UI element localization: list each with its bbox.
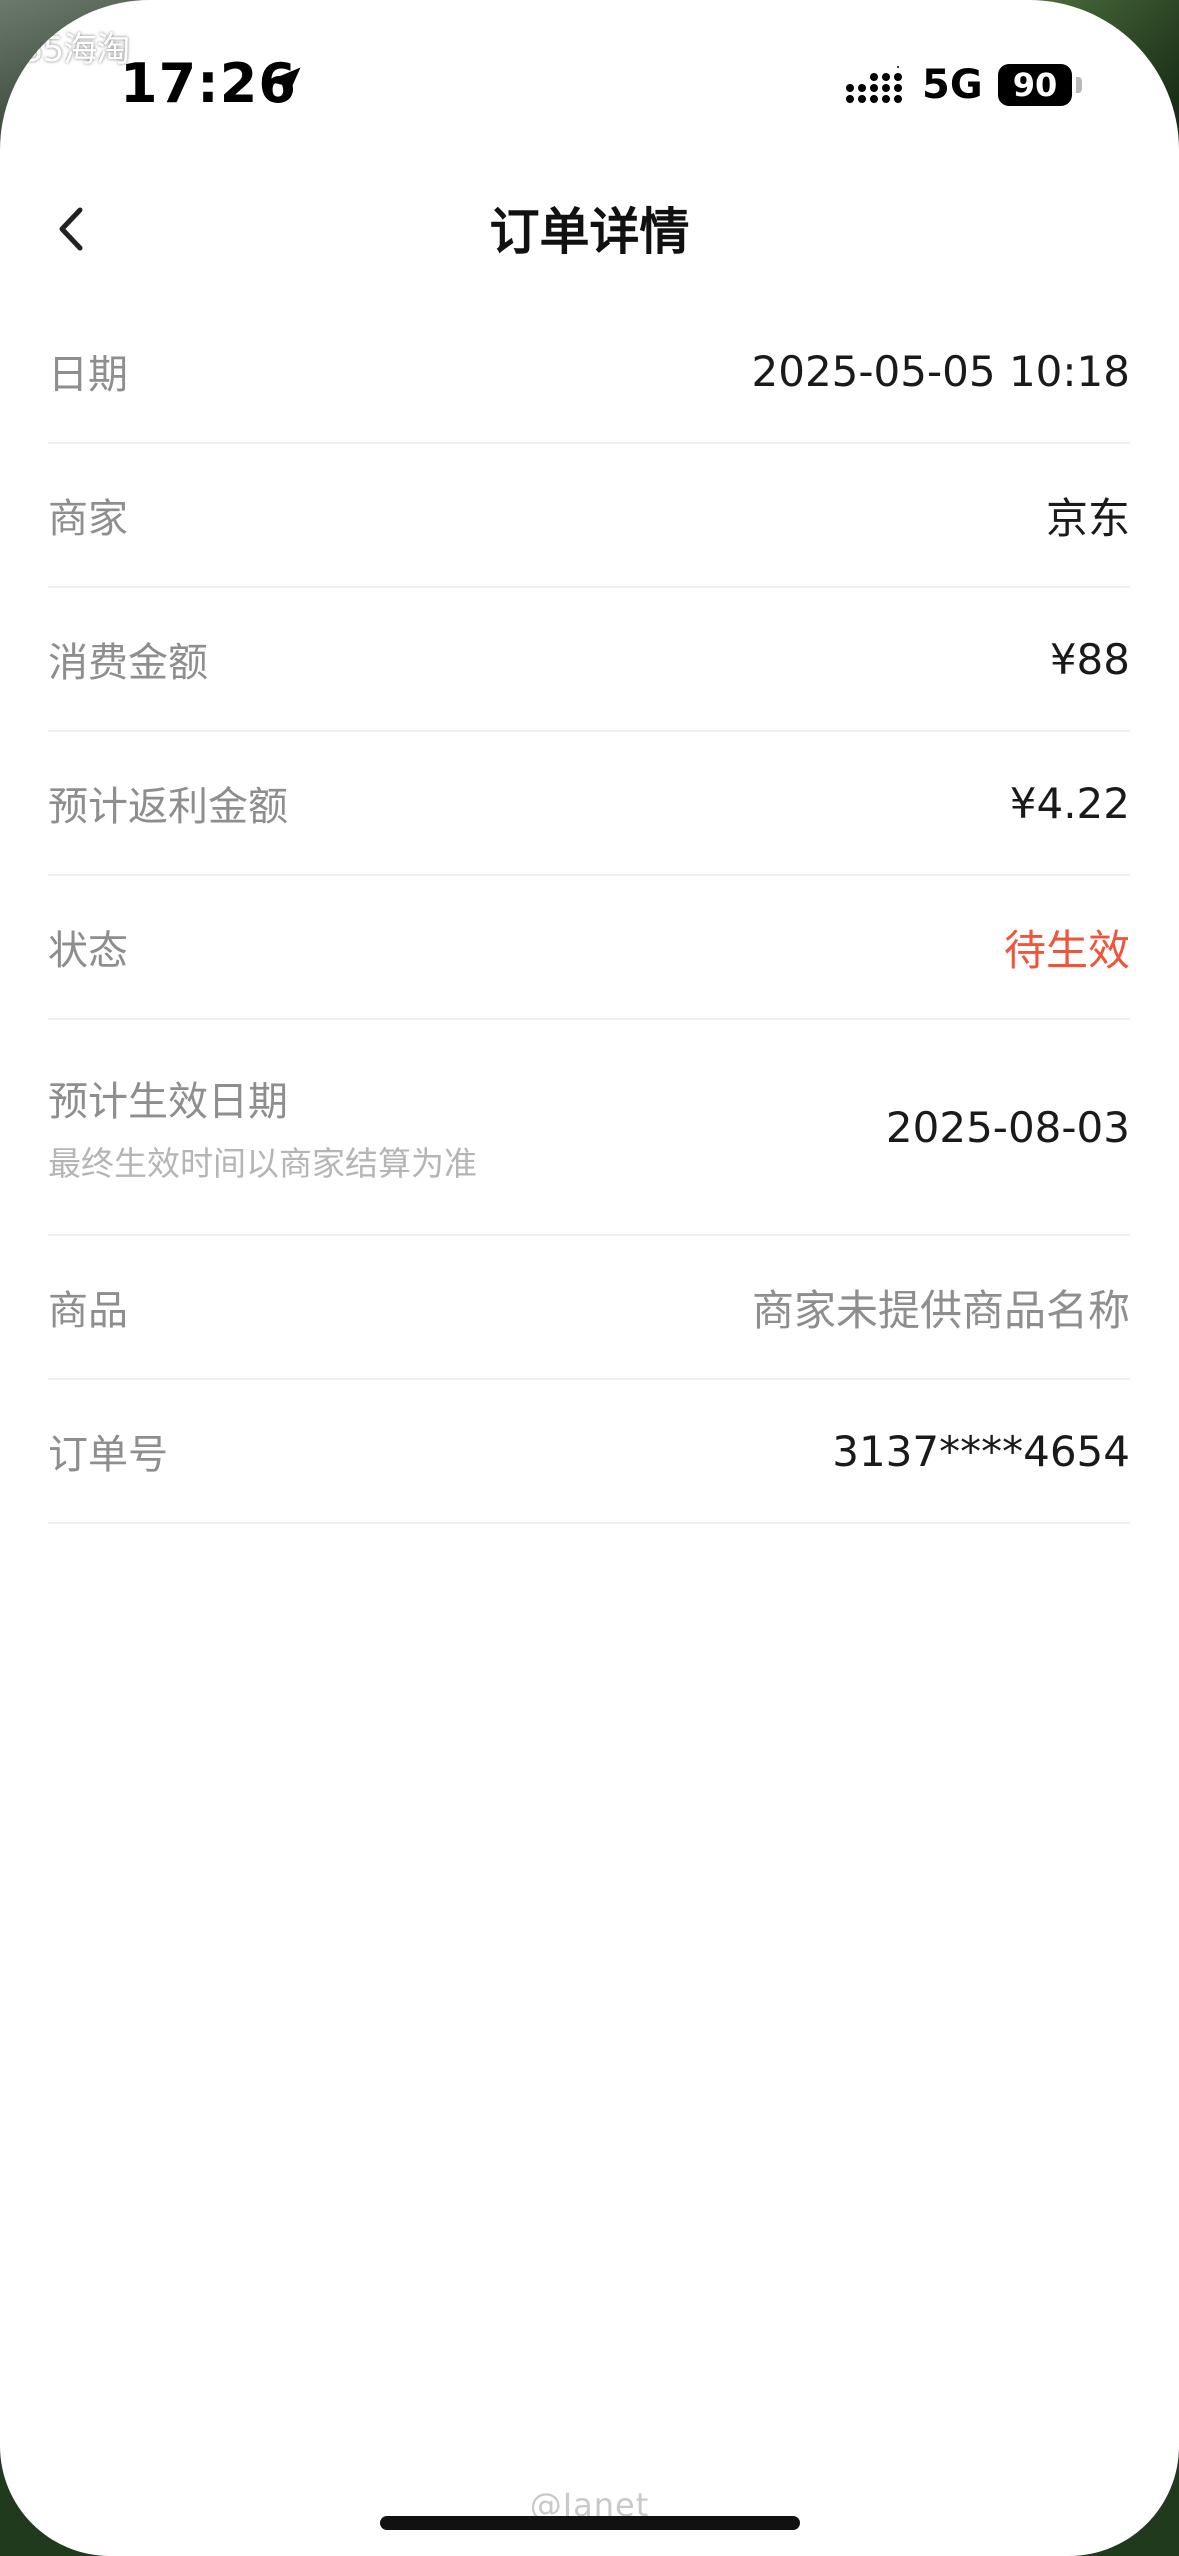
detail-row-order-no: 订单号 3137****4654 bbox=[48, 1380, 1130, 1524]
detail-row-product: 商品 商家未提供商品名称 bbox=[48, 1236, 1130, 1380]
cellular-signal-icon bbox=[846, 66, 902, 103]
status-bar: 17:26 5G 90 bbox=[0, 0, 1179, 170]
nav-bar: 订单详情 bbox=[0, 170, 1179, 280]
order-no-value: 3137****4654 bbox=[832, 1426, 1130, 1476]
effective-date-label: 预计生效日期 bbox=[48, 1079, 288, 1125]
detail-row-merchant: 商家 京东 bbox=[48, 444, 1130, 588]
amount-value: ¥88 bbox=[1049, 634, 1130, 684]
date-value: 2025-05-05 10:18 bbox=[751, 346, 1130, 396]
location-arrow-icon bbox=[267, 67, 301, 101]
detail-row-date: 日期 2025-05-05 10:18 bbox=[48, 300, 1130, 444]
amount-label: 消费金额 bbox=[48, 640, 208, 686]
status-badge: 待生效 bbox=[1003, 925, 1130, 975]
merchant-value: 京东 bbox=[1045, 493, 1130, 543]
detail-row-amount: 消费金额 ¥88 bbox=[48, 588, 1130, 732]
rebate-label: 预计返利金额 bbox=[48, 784, 288, 830]
status-label: 状态 bbox=[48, 928, 128, 974]
battery-cap bbox=[1076, 77, 1082, 93]
detail-row-rebate: 预计返利金额 ¥4.22 bbox=[48, 732, 1130, 876]
phone-screen: 55海淘 17:26 5G 90 订单详情 日期 2025-05-05 10:1… bbox=[0, 0, 1179, 2556]
product-value: 商家未提供商品名称 bbox=[751, 1285, 1130, 1335]
page-title: 订单详情 bbox=[489, 203, 690, 261]
effective-date-note: 最终生效时间以商家结算为准 bbox=[48, 1144, 477, 1183]
effective-date-value: 2025-08-03 bbox=[885, 1102, 1130, 1152]
detail-row-effective-date: 预计生效日期 最终生效时间以商家结算为准 2025-08-03 bbox=[48, 1020, 1130, 1236]
order-detail-list: 日期 2025-05-05 10:18 商家 京东 消费金额 ¥88 预计返利金… bbox=[48, 300, 1130, 1524]
home-indicator[interactable] bbox=[380, 2516, 800, 2530]
rebate-value: ¥4.22 bbox=[1009, 778, 1130, 828]
merchant-label: 商家 bbox=[48, 496, 128, 542]
effective-date-label-group: 预计生效日期 最终生效时间以商家结算为准 bbox=[48, 1069, 477, 1185]
network-type: 5G bbox=[922, 62, 983, 108]
order-no-label: 订单号 bbox=[48, 1432, 168, 1478]
battery-icon: 90 bbox=[998, 64, 1072, 106]
date-label: 日期 bbox=[48, 352, 128, 398]
watermark-top: 55海淘 bbox=[22, 30, 130, 70]
product-label: 商品 bbox=[48, 1288, 128, 1334]
detail-row-status: 状态 待生效 bbox=[48, 876, 1130, 1020]
